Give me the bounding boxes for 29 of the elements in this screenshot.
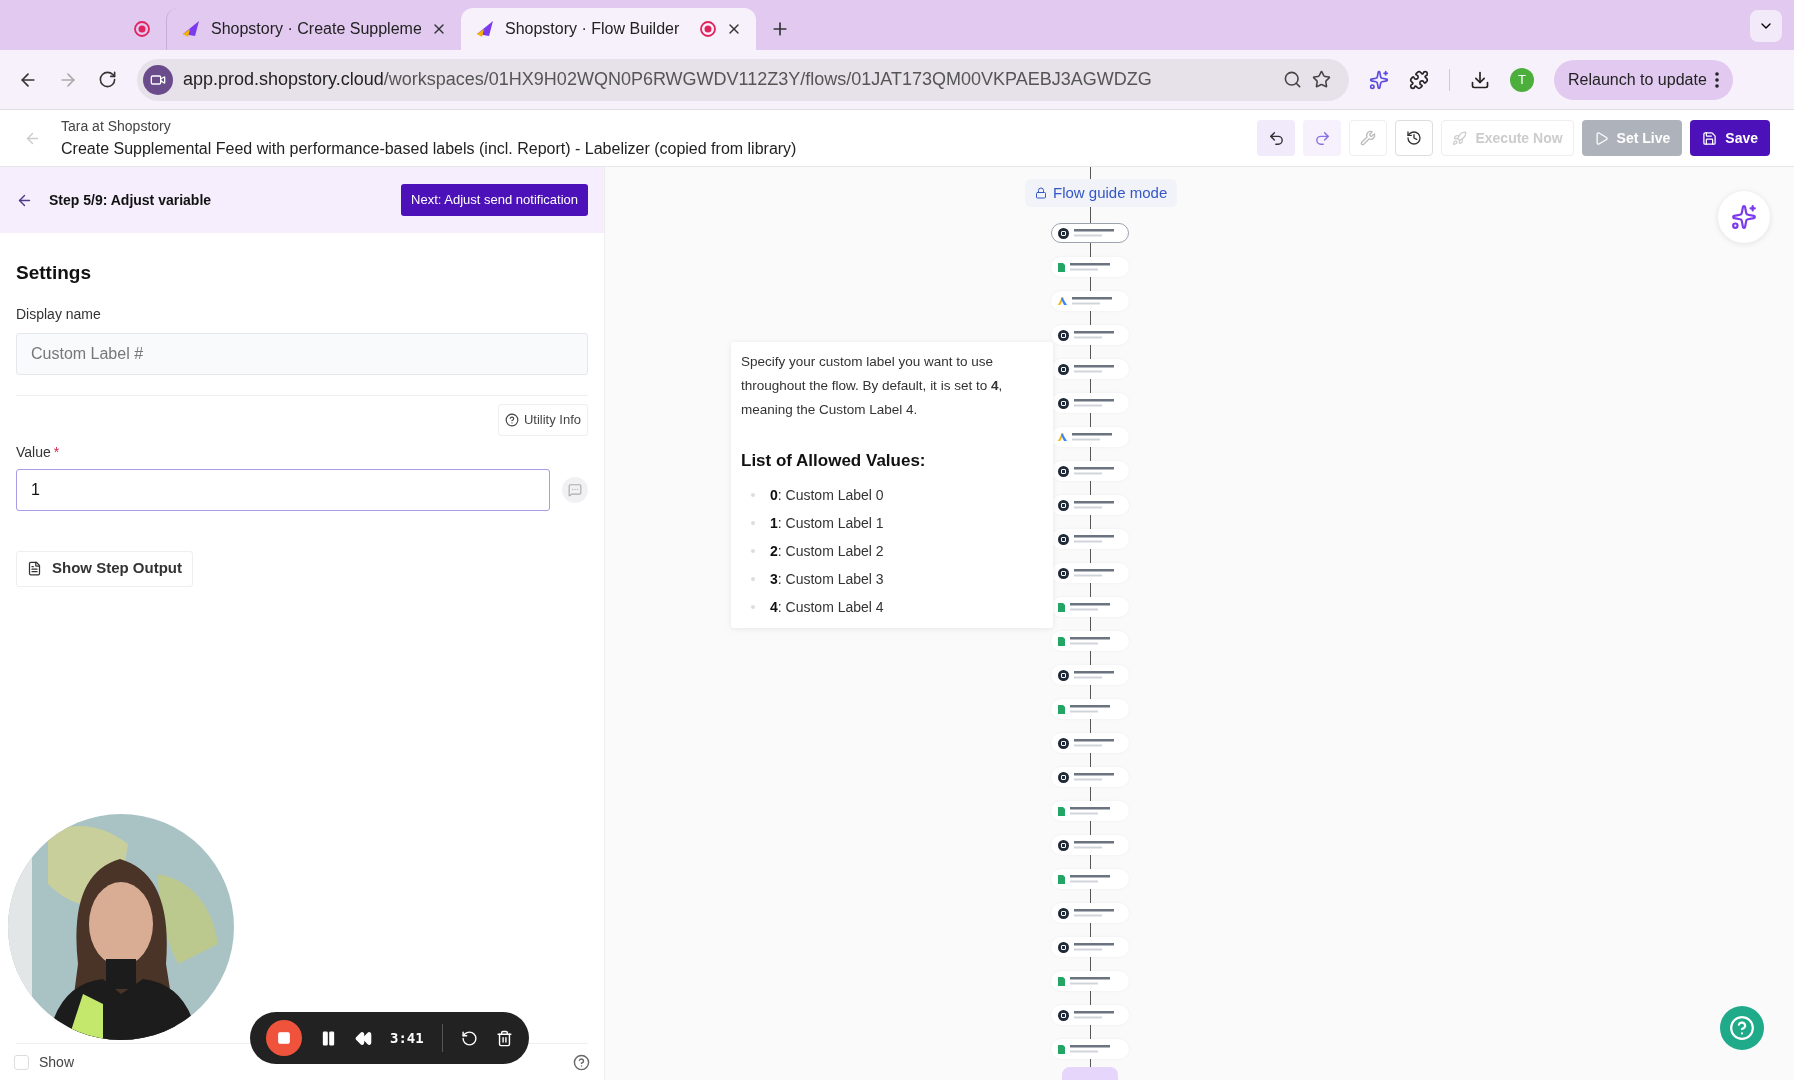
utility-info-button[interactable]: Utility Info	[497, 403, 588, 436]
required-mark: *	[53, 442, 60, 462]
relaunch-button[interactable]: Relaunch to update	[1554, 59, 1733, 100]
address-bar[interactable]: app.prod.shopstory.cloud/workspaces/01HX9H02WQN0P6RWGWDV112Z3Y/flows/01JAT173QM00VKPAEBJ3AGWDZG	[137, 58, 1349, 101]
value-field[interactable]: 1	[16, 468, 551, 511]
save-button[interactable]: Save	[1690, 120, 1770, 156]
settings-heading: Settings	[16, 261, 92, 285]
allowed-values-heading: List of Allowed Values:	[741, 450, 927, 472]
allowed-value: 0: Custom Label 0	[770, 485, 884, 505]
url-text: app.prod.shopstory.cloud/workspaces/01HX9H02WQN0P6RWGWDV112Z3Y/flows/01JAT173QM00VKPAEBJ3AGWDZG	[183, 68, 1153, 91]
allowed-value: 3: Custom Label 3	[770, 569, 884, 589]
allowed-value: 1: Custom Label 1	[770, 513, 884, 533]
show-step-output-button[interactable]: Show Step Output	[16, 550, 193, 587]
allowed-value: 2: Custom Label 2	[770, 541, 884, 561]
field-label: Value	[16, 442, 51, 462]
allowed-value: 4: Custom Label 4	[770, 597, 884, 617]
next-step-button[interactable]: Next: Adjust send notification	[401, 184, 588, 216]
tab-title: Shopstory · Flow Builder	[505, 19, 681, 39]
flow-title: Create Supplemental Feed with performance-based labels (incl. Report) - Labelizer (copied from library)	[61, 138, 798, 159]
workspace-name: Tara at Shopstory	[61, 116, 172, 136]
tab-title: Shopstory · Create Suppleme	[211, 19, 421, 39]
guide-text: Specify your custom label you want to use throughout the flow. By default, it is set to 4, meaning the Custom Label 4.	[741, 353, 1004, 419]
browser-tab[interactable]: Shopstory · Flow Builder	[461, 8, 756, 50]
show-label: Show	[39, 1052, 75, 1072]
step-title: Step 5/9: Adjust variable	[49, 190, 213, 210]
recording-time: 3:41	[390, 1028, 424, 1048]
field-label: Display name	[16, 304, 102, 324]
display-name-field[interactable]: Custom Label #	[16, 332, 588, 375]
flow-guide-label: Flow guide mode	[1053, 182, 1168, 203]
